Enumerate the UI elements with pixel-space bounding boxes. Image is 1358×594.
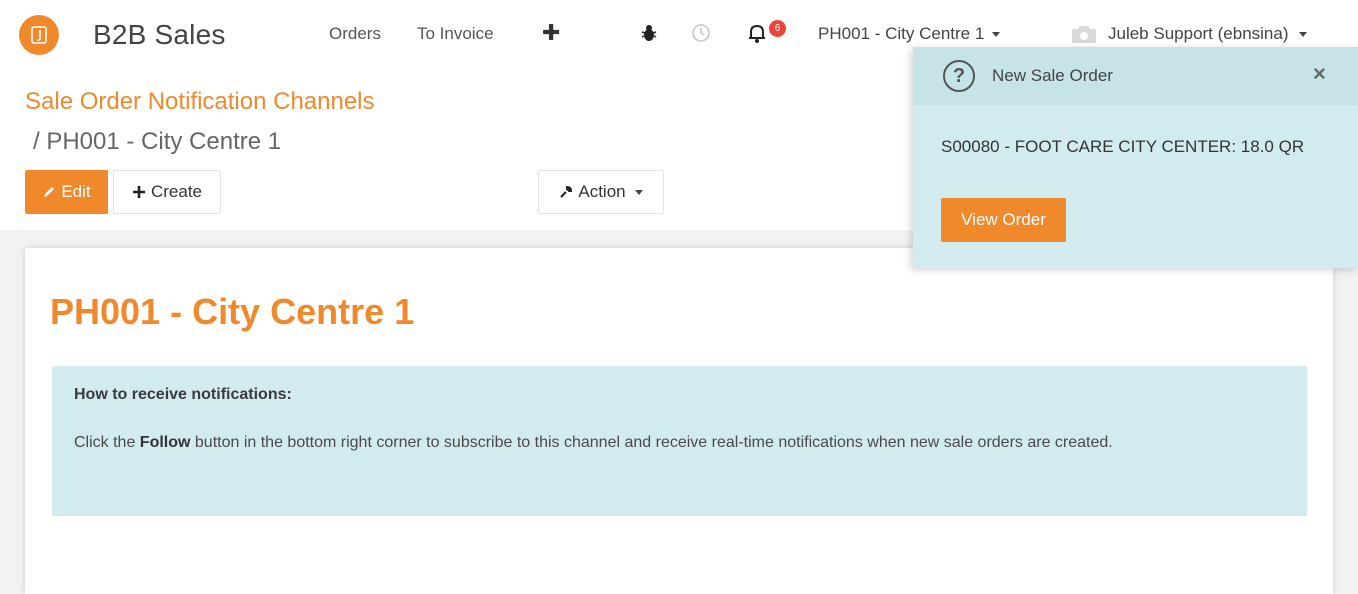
app-logo-glyph [31,26,47,44]
pencil-icon [44,187,55,197]
action-dropdown-button[interactable]: Action [538,170,664,214]
notification-header: ? New Sale Order × [913,47,1358,105]
app-name[interactable]: B2B Sales [93,19,226,51]
edit-button[interactable]: Edit [25,170,108,214]
plus-icon [132,186,145,198]
notification-title: New Sale Order [992,66,1113,85]
chevron-down-icon [634,189,643,195]
create-button-label: Create [150,182,203,201]
info-text-end: button in the bottom right corner to sub… [190,434,1113,451]
bell-icon[interactable] [746,22,768,44]
question-icon: ? [943,60,975,92]
info-text-follow: Follow [139,434,191,451]
action-button-label: Action [578,182,626,201]
create-button[interactable]: Create [113,170,221,214]
clock-icon[interactable] [690,22,712,44]
notification-count-badge: 6 [769,20,786,37]
avatar-camera-icon [1072,26,1096,43]
bug-icon[interactable] [638,22,660,44]
chevron-down-icon [1298,31,1307,37]
app-logo-icon[interactable] [19,15,59,55]
close-icon[interactable]: × [1313,61,1326,87]
page: B2B Sales Orders To Invoice ✚ 6 PH001 - … [0,0,1358,594]
notification-message: S00080 - FOOT CARE CITY CENTER: 18.0 QR [941,137,1305,156]
nav-orders[interactable]: Orders [329,24,381,44]
info-text: Click the Follow button in the bottom ri… [74,428,1284,458]
record-title: PH001 - City Centre 1 [50,291,415,332]
info-alert: How to receive notifications: Click the … [52,366,1307,516]
info-text-start: Click the [74,434,140,451]
nav-to-invoice[interactable]: To Invoice [417,24,494,44]
company-switcher[interactable]: PH001 - City Centre 1 [818,24,1001,44]
view-order-button[interactable]: View Order [941,198,1066,242]
notification-popup: ? New Sale Order × S00080 - FOOT CARE CI… [913,47,1358,268]
edit-button-label: Edit [61,182,91,201]
user-name: Juleb Support (ebnsina) [1108,24,1289,43]
chevron-down-icon [992,31,1001,37]
breadcrumb-current: / PH001 - City Centre 1 [33,128,282,155]
user-menu[interactable]: Juleb Support (ebnsina) [1070,24,1307,44]
company-name: PH001 - City Centre 1 [818,24,985,43]
breadcrumb-parent-link[interactable]: Sale Order Notification Channels [25,88,375,116]
wrench-icon [560,185,573,198]
info-heading: How to receive notifications: [74,386,292,403]
plus-icon[interactable]: ✚ [542,22,560,44]
